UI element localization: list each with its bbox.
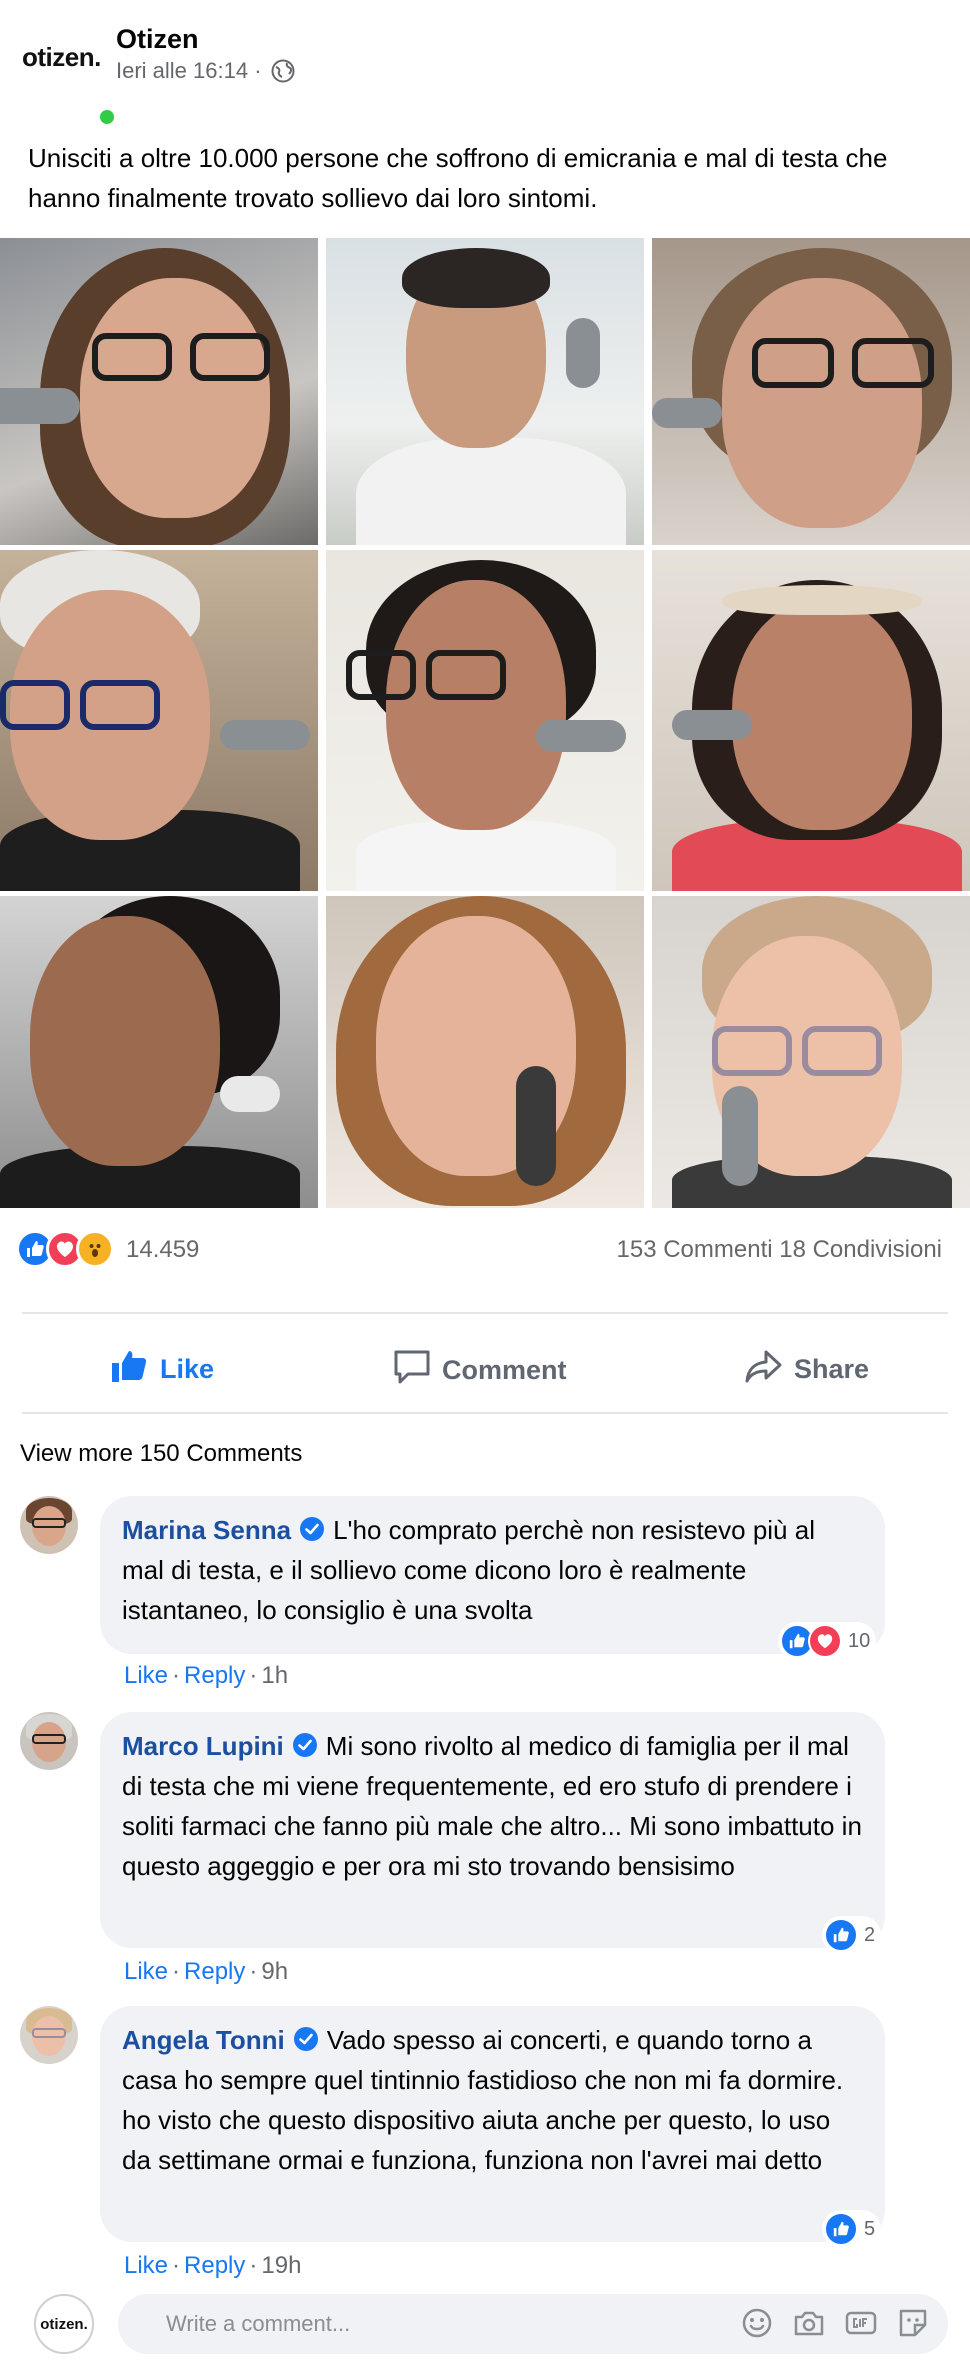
reactions-bar: 14.459 153 Commenti 18 Condivisioni	[0, 1220, 970, 1280]
comment-reactions[interactable]: 2	[822, 1916, 882, 1954]
photo-7[interactable]	[0, 896, 318, 1208]
comment-bubble: Marina Senna L'ho comprato perchè non res…	[100, 1496, 885, 1654]
photo-9[interactable]	[652, 896, 970, 1208]
composer-tools	[740, 2306, 930, 2340]
comment-actions: Like · Reply · 9h	[124, 1958, 289, 1985]
reaction-count: 5	[864, 2217, 876, 2240]
speech-bubble-icon	[392, 1348, 432, 1393]
comment-time[interactable]: 1h	[261, 1662, 288, 1689]
composer-avatar[interactable]: otizen.	[34, 2294, 94, 2354]
comment-time[interactable]: 9h	[261, 1958, 288, 1985]
comment-reply-link[interactable]: Reply	[184, 1662, 245, 1689]
comment-author[interactable]: Marina Senna	[122, 1515, 291, 1545]
page-name[interactable]: Otizen	[116, 24, 199, 55]
photo-1[interactable]	[0, 238, 318, 545]
action-bar: Like Comment Share	[0, 1320, 970, 1420]
page-logo[interactable]: otizen.	[18, 30, 116, 126]
avatar[interactable]	[20, 1496, 78, 1554]
comment-like-link[interactable]: Like	[124, 1958, 168, 1985]
comment-composer: otizen.	[0, 2290, 970, 2360]
comment-author[interactable]: Marco Lupini	[122, 1731, 284, 1761]
reaction-count: 10	[848, 1629, 871, 1652]
comment-bubble: Angela Tonni Vado spesso ai concerti, e q…	[100, 2006, 885, 2242]
comment-item: Marina Senna L'ho comprato perchè non res…	[0, 1496, 970, 1696]
reaction-count: 2	[864, 1923, 876, 1946]
thumbs-up-icon	[110, 1348, 150, 1391]
photo-3[interactable]	[652, 238, 970, 545]
photo-grid[interactable]	[0, 238, 970, 1208]
post-meta: Ieri alle 16:14 ·	[116, 58, 296, 84]
comment-reactions[interactable]: 5	[822, 2210, 882, 2248]
reaction-icons[interactable]	[16, 1230, 114, 1268]
gif-icon[interactable]	[844, 2306, 878, 2340]
post-header: otizen. Otizen Ieri alle 16:14 ·	[0, 0, 970, 126]
share-button[interactable]: Share	[744, 1348, 869, 1391]
verified-badge-icon	[292, 1729, 318, 1757]
comment-author[interactable]: Angela Tonni	[122, 2025, 285, 2055]
comment-item: Marco Lupini Mi sono rivolto al medico di…	[0, 1712, 970, 1985]
comment-item: Angela Tonni Vado spesso ai concerti, e q…	[0, 2006, 970, 2279]
photo-8[interactable]	[326, 896, 644, 1208]
divider	[22, 1412, 948, 1414]
comment-reply-link[interactable]: Reply	[184, 1958, 245, 1985]
like-button[interactable]: Like	[110, 1348, 214, 1391]
view-more-comments-link[interactable]: View more 150 Comments	[20, 1440, 302, 1468]
online-status-dot	[98, 108, 116, 126]
comment-reply-link[interactable]: Reply	[184, 2252, 245, 2279]
comment-label: Comment	[442, 1355, 567, 1385]
camera-icon[interactable]	[792, 2306, 826, 2340]
sticker-icon[interactable]	[896, 2306, 930, 2340]
share-label: Share	[794, 1354, 870, 1384]
photo-6[interactable]	[652, 550, 970, 891]
comment-actions: Like · Reply · 1h	[124, 1662, 289, 1689]
wow-reaction-icon	[76, 1230, 114, 1268]
like-label: Like	[160, 1354, 215, 1384]
post-text: Unisciti a oltre 10.000 persone che soff…	[28, 143, 888, 213]
emoji-icon[interactable]	[740, 2306, 774, 2340]
avatar[interactable]	[20, 1712, 78, 1770]
like-reaction-icon	[824, 2212, 858, 2246]
photo-5[interactable]	[326, 550, 644, 891]
reaction-count[interactable]: 14.459	[126, 1236, 199, 1264]
share-arrow-icon	[744, 1348, 784, 1391]
comment-button[interactable]: Comment	[392, 1348, 970, 1393]
logo-wordmark: otizen.	[22, 42, 101, 72]
like-reaction-icon	[824, 1918, 858, 1952]
post-timestamp[interactable]: Ieri alle 16:14 ·	[116, 58, 262, 84]
photo-2[interactable]	[326, 238, 644, 545]
avatar[interactable]	[20, 2006, 78, 2064]
photo-4[interactable]	[0, 550, 318, 891]
verified-badge-icon	[293, 2023, 319, 2051]
divider	[22, 1312, 948, 1314]
comment-like-link[interactable]: Like	[124, 1662, 168, 1689]
comment-time[interactable]: 19h	[261, 2252, 301, 2279]
globe-icon	[270, 58, 296, 84]
comment-reactions[interactable]: 10	[778, 1622, 877, 1660]
comment-like-link[interactable]: Like	[124, 2252, 168, 2279]
comment-share-counts[interactable]: 153 Commenti 18 Condivisioni	[617, 1236, 943, 1264]
comment-bubble: Marco Lupini Mi sono rivolto al medico di…	[100, 1712, 885, 1948]
comment-actions: Like · Reply · 19h	[124, 2252, 302, 2279]
love-reaction-icon	[808, 1624, 842, 1658]
verified-badge-icon	[299, 1513, 325, 1541]
